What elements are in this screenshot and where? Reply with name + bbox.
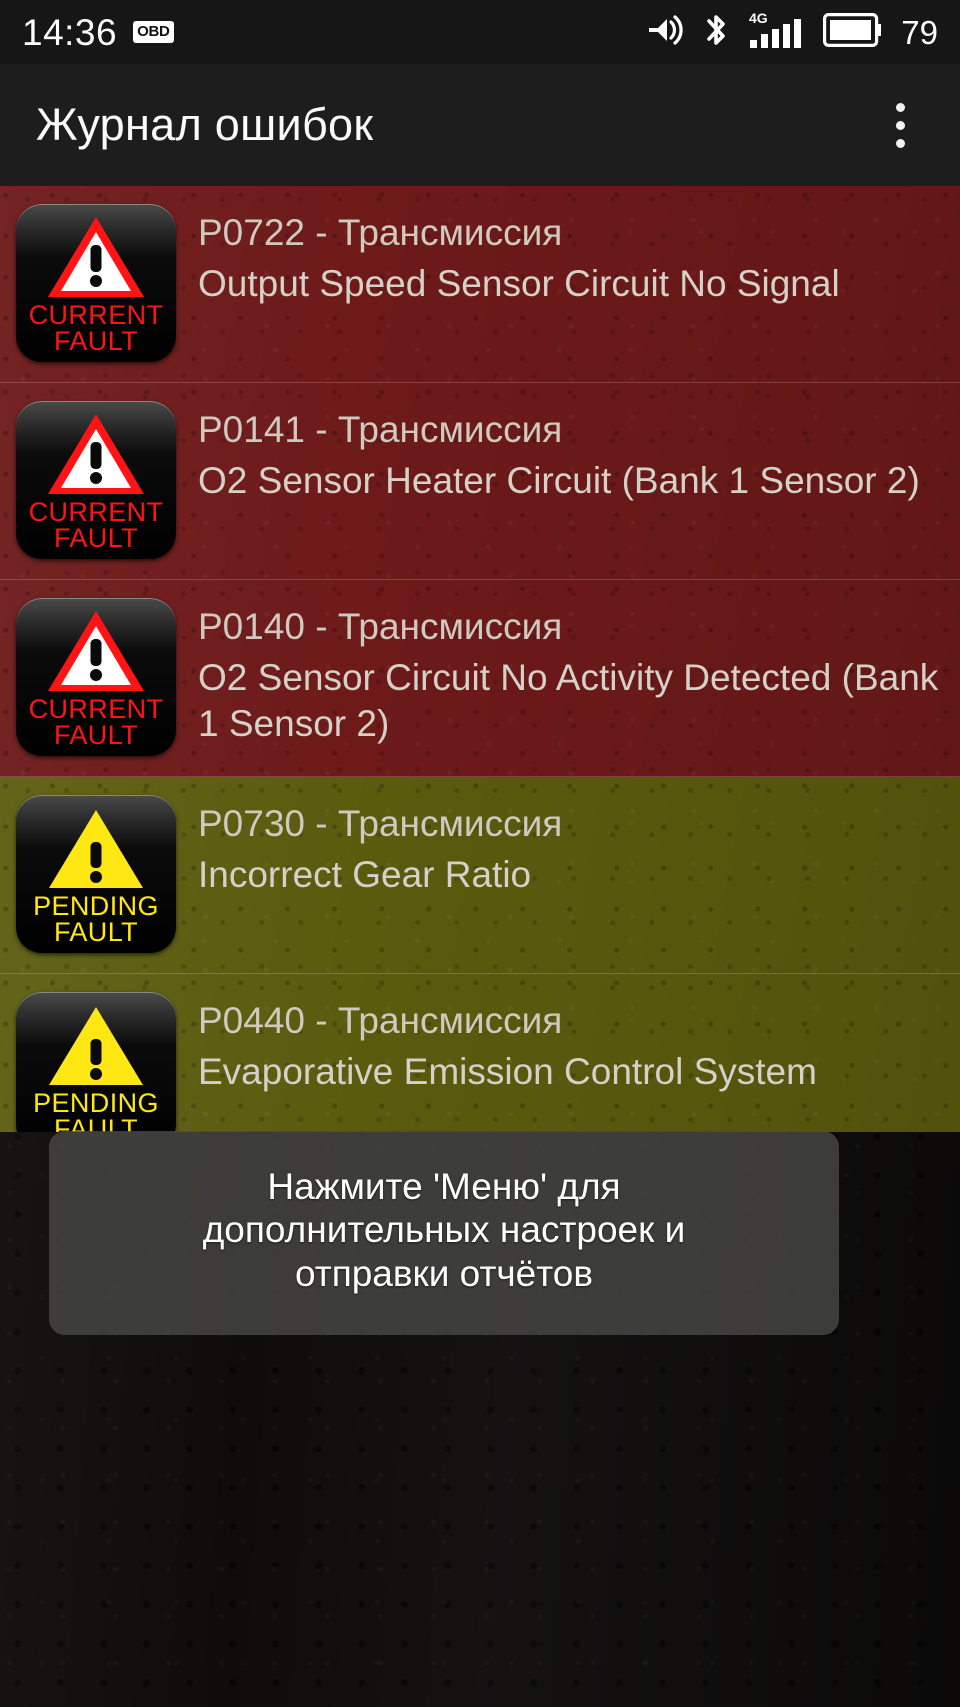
status-clock: 14:36 <box>22 11 118 53</box>
fault-code: P0141 - Трансмиссия <box>198 409 563 450</box>
fault-code: P0440 - Трансмиссия <box>198 1000 563 1041</box>
status-bar: 14:36 OBD 4G 79 <box>0 0 960 64</box>
warning-triangle-icon <box>44 213 148 301</box>
fault-text: P0730 - Трансмиссия Incorrect Gear Ratio <box>176 795 946 898</box>
overflow-dot <box>895 102 905 112</box>
toast-line-1: Нажмите 'Меню' для <box>267 1166 621 1207</box>
warning-triangle-icon <box>44 410 148 498</box>
battery-icon <box>823 12 882 52</box>
toast-line-2: дополнительных настроек и <box>202 1209 686 1251</box>
overflow-dot <box>895 120 905 130</box>
fault-text: P0440 - Трансмиссия Evaporative Emission… <box>176 992 946 1095</box>
fault-text: P0141 - Трансмиссия O2 Sensor Heater Cir… <box>176 401 946 504</box>
current-fault-badge-icon: CURRENT FAULT <box>16 598 176 756</box>
overflow-dot <box>895 138 905 148</box>
signal-4g-icon: 4G <box>749 10 805 55</box>
warning-triangle-icon <box>44 804 148 892</box>
table-row[interactable]: CURRENT FAULT P0722 - Трансмиссия Output… <box>0 186 960 383</box>
pending-fault-badge-icon: PENDING FAULT <box>16 795 176 953</box>
action-bar: Журнал ошибок <box>0 64 960 186</box>
table-row[interactable]: PENDING FAULT P0730 - Трансмиссия Incorr… <box>0 777 960 974</box>
vibrate-icon <box>645 11 683 54</box>
fault-list: CURRENT FAULT P0722 - Трансмиссия Output… <box>0 186 960 1171</box>
badge-label: CURRENT FAULT <box>28 300 164 357</box>
pending-fault-badge-icon: PENDING FAULT <box>16 992 176 1150</box>
warning-triangle-icon <box>44 607 148 695</box>
toast-message: Нажмите 'Меню' для дополнительных настро… <box>49 1131 839 1335</box>
fault-description: O2 Sensor Circuit No Activity Detected (… <box>198 656 939 744</box>
current-fault-badge-icon: CURRENT FAULT <box>16 204 176 362</box>
bluetooth-icon <box>701 10 731 55</box>
table-row[interactable]: CURRENT FAULT P0141 - Трансмиссия O2 Sen… <box>0 383 960 580</box>
status-bar-left: 14:36 OBD <box>22 14 174 51</box>
current-fault-badge-icon: CURRENT FAULT <box>16 401 176 559</box>
svg-text:4G: 4G <box>749 10 768 26</box>
fault-description: Evaporative Emission Control System <box>198 1050 817 1092</box>
fault-description: O2 Sensor Heater Circuit (Bank 1 Sensor … <box>198 459 920 501</box>
obd-notification-icon: OBD <box>133 21 174 43</box>
fault-description: Output Speed Sensor Circuit No Signal <box>198 262 840 304</box>
warning-triangle-icon <box>44 1001 148 1089</box>
fault-code: P0140 - Трансмиссия <box>198 606 563 647</box>
overflow-menu-button[interactable] <box>872 85 928 165</box>
page-title: Журнал ошибок <box>36 99 374 150</box>
app-screen: 14:36 OBD 4G 79 Журнал ошибок CURRENT FA… <box>0 0 960 1707</box>
fault-code: P0730 - Трансмиссия <box>198 803 563 844</box>
fault-text: P0722 - Трансмиссия Output Speed Sensor … <box>176 204 946 307</box>
battery-percent-label: 79 <box>901 13 938 51</box>
fault-description: Incorrect Gear Ratio <box>198 853 532 895</box>
fault-text: P0140 - Трансмиссия O2 Sensor Circuit No… <box>176 598 946 747</box>
badge-label: CURRENT FAULT <box>28 694 164 751</box>
status-bar-right: 4G 79 <box>645 10 938 55</box>
badge-label: CURRENT FAULT <box>28 497 164 554</box>
table-row[interactable]: CURRENT FAULT P0140 - Трансмиссия O2 Sen… <box>0 580 960 777</box>
fault-code: P0722 - Трансмиссия <box>198 212 563 253</box>
toast-line-3: отправки отчётов <box>294 1252 594 1294</box>
badge-label: PENDING FAULT <box>33 891 159 948</box>
